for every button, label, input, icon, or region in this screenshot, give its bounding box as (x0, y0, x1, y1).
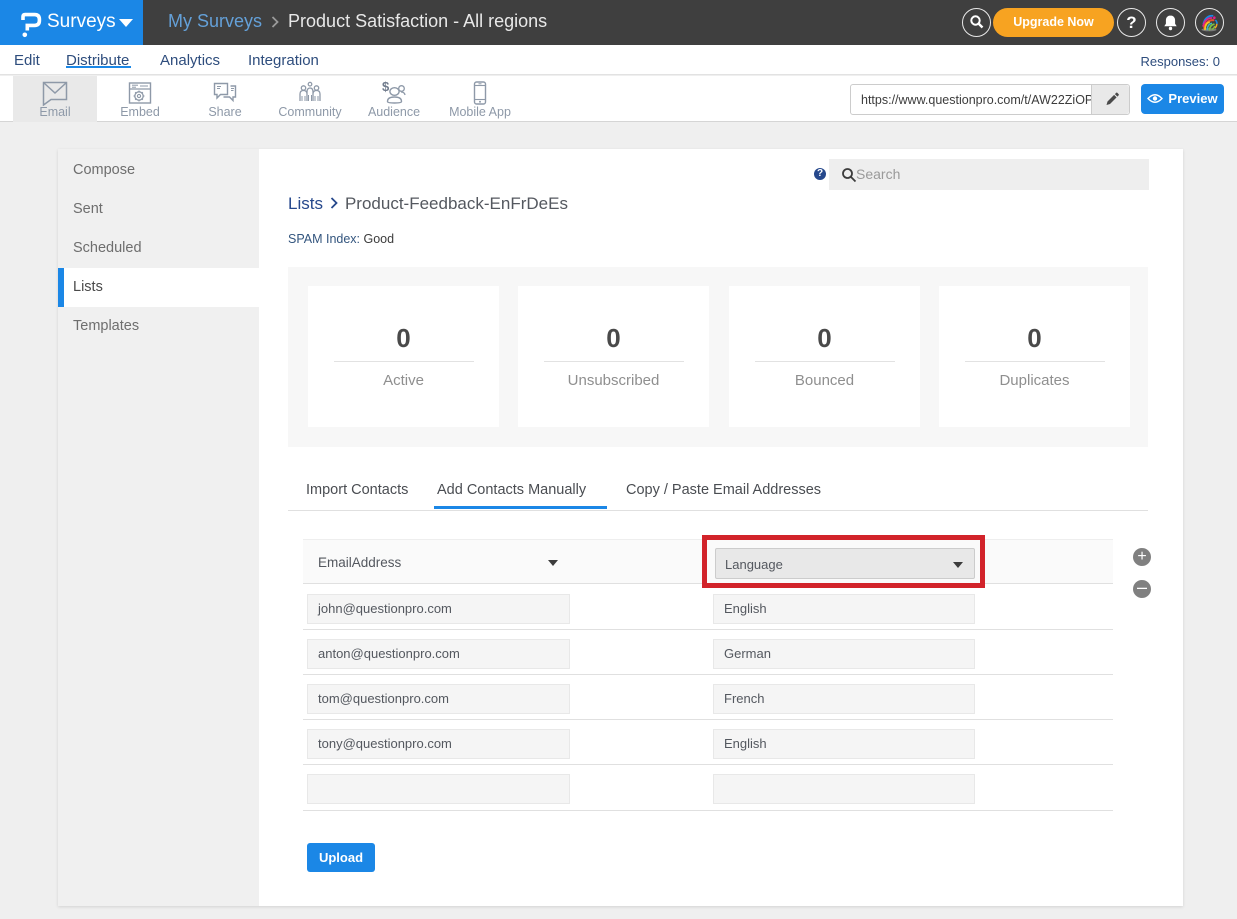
svg-text:$: $ (382, 80, 390, 94)
